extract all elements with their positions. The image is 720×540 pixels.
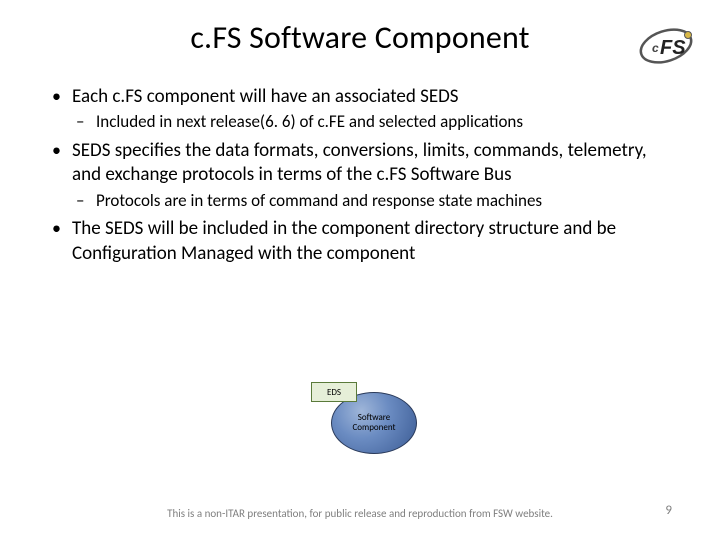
sub-bullet-item: Included in next release(6. 6) of c.FE a… <box>72 111 672 133</box>
slide: c.FS Software Component c FS Each c.FS c… <box>0 0 720 540</box>
page-number: 9 <box>665 503 672 518</box>
eds-label: EDS <box>327 387 341 398</box>
bullet-text: The SEDS will be included in the compone… <box>72 217 616 264</box>
bullet-item: SEDS specifies the data formats, convers… <box>48 139 672 211</box>
sub-bullet-item: Protocols are in terms of command and re… <box>72 190 672 212</box>
bullet-item: Each c.FS component will have an associa… <box>48 85 672 133</box>
logo-fs: FS <box>660 37 686 59</box>
footer: This is a non-ITAR presentation, for pub… <box>0 507 720 520</box>
bullet-text: Each c.FS component will have an associa… <box>72 85 459 108</box>
title-row: c.FS Software Component c FS <box>48 18 672 57</box>
circle-label: Software Component <box>336 413 412 433</box>
sub-bullet-text: Included in next release(6. 6) of c.FE a… <box>96 111 523 132</box>
logo-small-c: c <box>652 41 659 55</box>
sub-list: Included in next release(6. 6) of c.FE a… <box>72 111 672 133</box>
component-diagram: Software Component EDS <box>295 378 425 454</box>
cfs-logo: c FS <box>630 24 702 68</box>
slide-title: c.FS Software Component <box>190 18 529 57</box>
content-body: Each c.FS component will have an associa… <box>48 85 672 266</box>
sub-bullet-text: Protocols are in terms of command and re… <box>96 190 542 211</box>
bullet-list: Each c.FS component will have an associa… <box>48 85 672 266</box>
sub-list: Protocols are in terms of command and re… <box>72 190 672 212</box>
eds-box: EDS <box>311 382 357 402</box>
bullet-item: The SEDS will be included in the compone… <box>48 217 672 266</box>
bullet-text: SEDS specifies the data formats, convers… <box>72 139 647 186</box>
footer-text: This is a non-ITAR presentation, for pub… <box>167 507 553 520</box>
